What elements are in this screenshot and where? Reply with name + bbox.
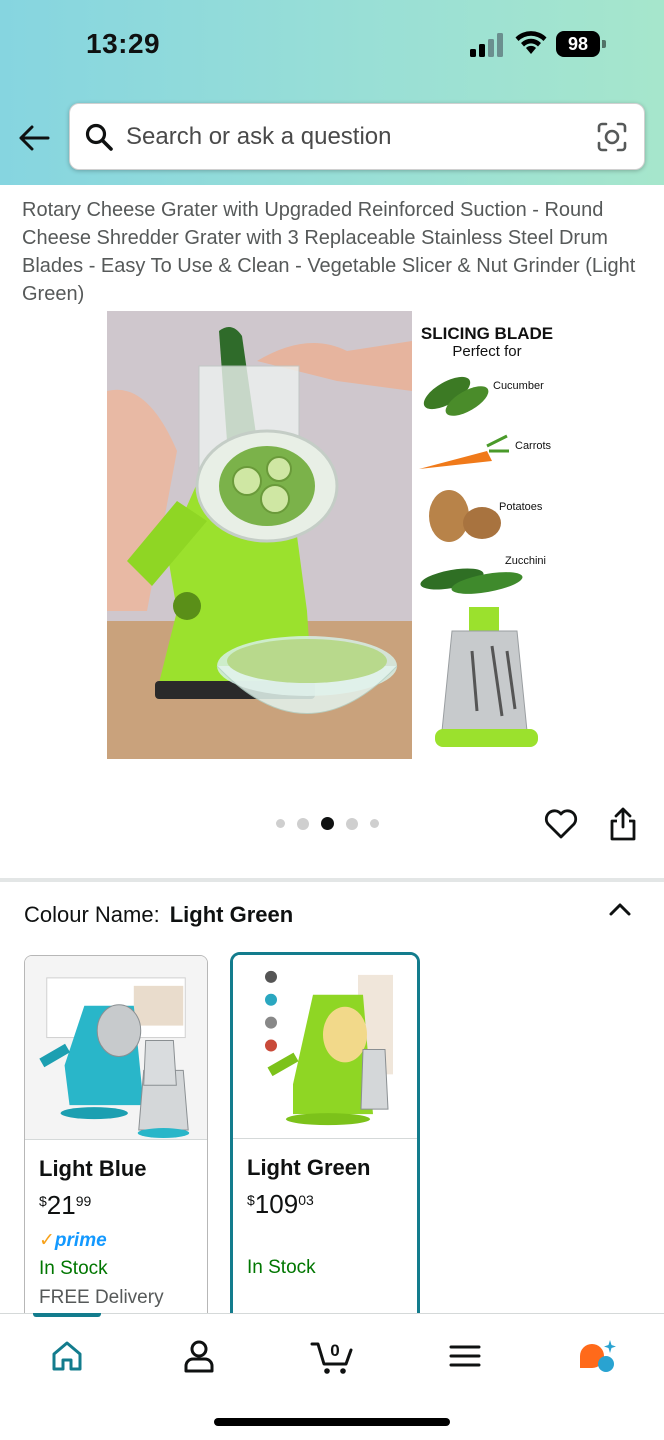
- cart-icon[interactable]: 0: [310, 1336, 356, 1376]
- stock-status: In Stock: [247, 1257, 316, 1278]
- section-divider: [0, 878, 664, 882]
- colour-selected-value: Light Green: [169, 902, 294, 927]
- back-arrow-icon[interactable]: [16, 120, 52, 156]
- search-bar[interactable]: [69, 103, 645, 170]
- image-subheading: Perfect for: [452, 343, 521, 360]
- carousel-dot[interactable]: [297, 817, 309, 830]
- header: 13:29 98: [0, 0, 664, 185]
- account-icon[interactable]: [177, 1336, 221, 1376]
- stock-status: In Stock: [39, 1258, 108, 1279]
- colour-option-name: Light Green: [247, 1155, 371, 1180]
- wifi-icon: [515, 31, 547, 54]
- carousel-dot[interactable]: [276, 819, 285, 828]
- carousel-dot[interactable]: [370, 819, 379, 828]
- image-item-carrots: Carrots: [515, 440, 552, 452]
- colour-option-image: [233, 955, 417, 1139]
- carousel-dot[interactable]: [346, 817, 358, 830]
- status-time: 13:29: [86, 28, 161, 59]
- colour-option-light-blue[interactable]: Light Blue $2199 ✓prime In Stock FREE De…: [24, 955, 208, 1335]
- signal-icon: [470, 33, 503, 57]
- cart-count: 0: [330, 1341, 339, 1360]
- battery-icon: 98: [556, 31, 606, 57]
- share-icon[interactable]: [608, 806, 638, 842]
- product-image[interactable]: SLICING BLADE Perfect for Cucumber Carro…: [107, 311, 557, 759]
- image-carousel-dots[interactable]: [276, 817, 379, 830]
- image-item-zucchini: Zucchini: [505, 555, 546, 567]
- battery-level: 98: [556, 31, 600, 57]
- heart-icon[interactable]: [544, 808, 578, 840]
- camera-lens-icon[interactable]: [596, 121, 628, 153]
- colour-option-name: Light Blue: [39, 1156, 147, 1181]
- search-input[interactable]: [126, 116, 576, 158]
- colour-option-light-green[interactable]: Light Green $10903 In Stock: [230, 952, 420, 1332]
- home-indicator: [214, 1418, 450, 1426]
- chevron-up-icon[interactable]: [606, 896, 634, 922]
- product-title[interactable]: Rotary Cheese Grater with Upgraded Reinf…: [22, 196, 647, 308]
- colour-label: Colour Name:: [24, 902, 160, 927]
- image-item-potatoes: Potatoes: [499, 501, 543, 513]
- image-item-cucumber: Cucumber: [493, 380, 544, 392]
- image-heading: SLICING BLADE: [421, 324, 553, 343]
- colour-option-image: [25, 956, 207, 1140]
- active-tab-indicator: [33, 1313, 101, 1317]
- colour-option-price: $2199: [39, 1190, 92, 1220]
- prime-badge: ✓prime: [39, 1230, 107, 1251]
- search-icon: [85, 123, 113, 151]
- menu-icon[interactable]: [443, 1336, 487, 1376]
- delivery-info: FREE Delivery: [39, 1287, 164, 1308]
- assistant-icon[interactable]: [576, 1336, 620, 1376]
- carousel-dot-active[interactable]: [321, 817, 334, 830]
- colour-name-row: Colour Name: Light Green: [24, 902, 293, 928]
- home-icon[interactable]: [45, 1336, 89, 1376]
- colour-option-price: $10903: [247, 1189, 314, 1219]
